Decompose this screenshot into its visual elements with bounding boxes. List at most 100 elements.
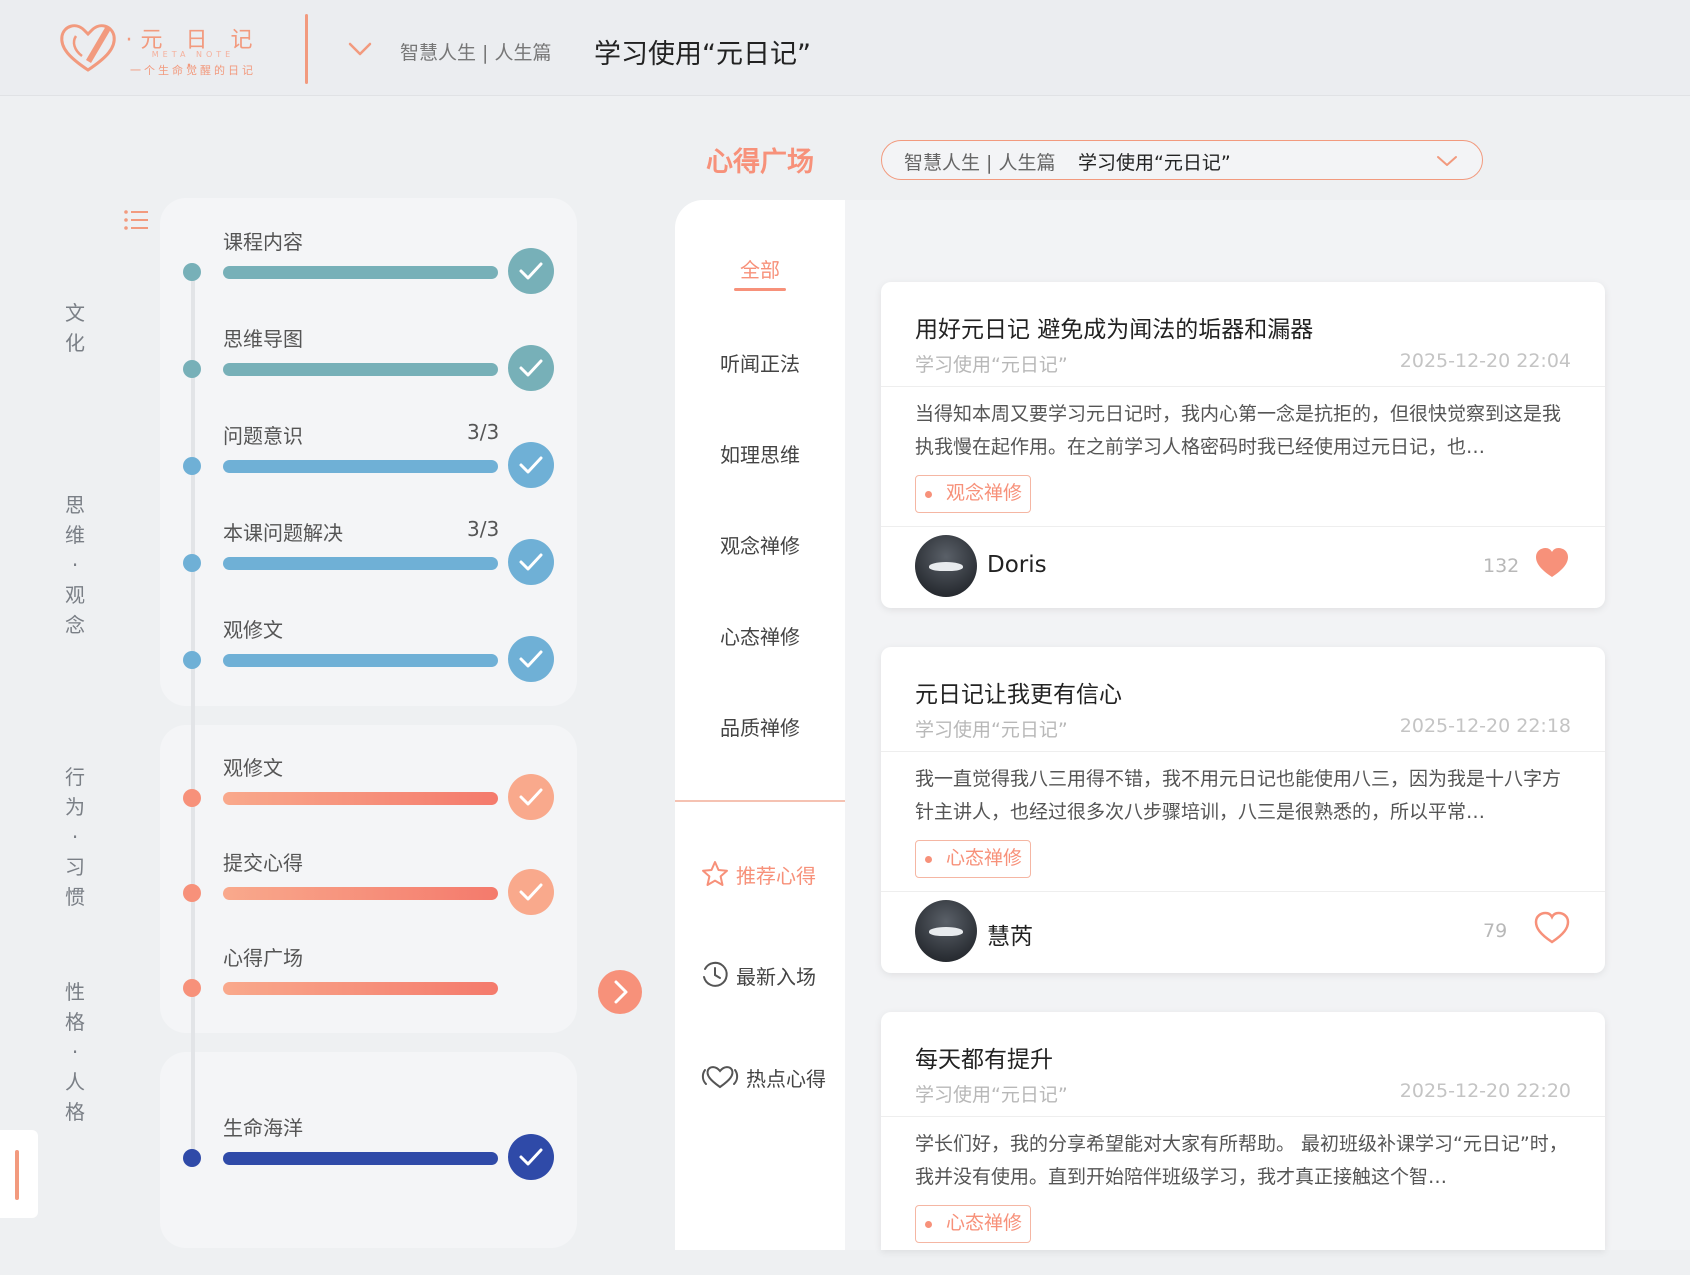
next-button[interactable] [598, 970, 642, 1014]
filter-breadcrumb: 智慧人生 | 人生篇 [904, 152, 1056, 174]
post-time: 2025-12-20 22:20 [1399, 1080, 1571, 1102]
latest-tab[interactable]: 最新入场 [700, 957, 816, 993]
like-count: 132 [1483, 555, 1520, 577]
post-excerpt: 当得知本周又要学习元日记时，我内心第一念是抗拒的，但很快觉察到这是我执我慢在起作… [915, 403, 1562, 458]
progress-bar [223, 557, 498, 570]
post-course: 学习使用“元日记” [915, 719, 1068, 741]
check-icon [508, 442, 554, 488]
heart-hands-icon [701, 1066, 739, 1089]
post-author[interactable]: Doris [987, 552, 1047, 578]
side-tab-indicator [15, 1150, 19, 1200]
course-step-label: 提交心得 [223, 851, 303, 875]
timeline-line [191, 275, 195, 1160]
clock-icon [703, 961, 728, 987]
check-icon [508, 869, 554, 915]
avatar[interactable] [915, 900, 977, 962]
star-icon [702, 861, 728, 886]
course-step-count: 3/3 [467, 420, 500, 444]
hot-label: 热点心得 [746, 1066, 826, 1091]
breadcrumb[interactable]: 智慧人生 | 人生篇 [400, 38, 551, 65]
progress-bar [223, 1152, 498, 1165]
card-divider [881, 386, 1605, 387]
chevron-down-icon[interactable] [345, 34, 375, 64]
course-step[interactable]: 本课问题解决 3/3 [180, 517, 560, 587]
side-label-culture[interactable]: 文 化 [60, 298, 90, 358]
progress-bar [223, 982, 498, 995]
hot-tab[interactable]: 热点心得 [700, 1059, 826, 1095]
side-tab[interactable] [0, 1130, 38, 1218]
page-title: 学习使用“元日记” [594, 39, 811, 70]
post-card[interactable]: 每天都有提升 学习使用“元日记” 2025-12-20 22:20 学长们好，我… [881, 1012, 1605, 1250]
post-time: 2025-12-20 22:18 [1399, 715, 1571, 737]
course-step[interactable]: 生命海洋 [180, 1112, 560, 1182]
progress-bar [223, 792, 498, 805]
category-item[interactable]: 心态禅修 [675, 621, 845, 650]
post-author[interactable]: 慧芮 [987, 917, 1033, 951]
check-icon [508, 539, 554, 585]
course-step[interactable]: 提交心得 [180, 847, 560, 917]
like-count: 79 [1483, 920, 1508, 942]
header-divider [305, 14, 308, 84]
post-course: 学习使用“元日记” [915, 1084, 1068, 1106]
check-icon [508, 774, 554, 820]
progress-bar [223, 887, 498, 900]
post-title[interactable]: 元日记让我更有信心 [915, 675, 1122, 709]
side-label-character[interactable]: 性 格 · 人 格 [60, 977, 90, 1127]
category-all[interactable]: 全部 [675, 254, 845, 283]
course-step-label: 本课问题解决 [223, 521, 343, 545]
course-step-label: 问题意识 [223, 424, 303, 448]
card-divider [881, 526, 1605, 527]
post-tag[interactable]: 观念禅修 [915, 475, 1032, 513]
recommended-tab[interactable]: 推荐心得 [700, 856, 816, 892]
category-item[interactable]: 如理思维 [675, 439, 845, 468]
post-time: 2025-12-20 22:04 [1399, 350, 1571, 372]
course-step-label: 思维导图 [223, 327, 303, 351]
card-divider [881, 1116, 1605, 1117]
heart-filled-icon[interactable] [1534, 546, 1570, 580]
progress-bar [223, 460, 498, 473]
heart-outline-icon[interactable] [1534, 911, 1570, 945]
timeline-dot [183, 457, 201, 475]
course-step-label: 观修文 [223, 756, 283, 780]
app-header: ·元 日 记· META NOTE 一个生命觉醒的日记 智慧人生 | 人生篇 学… [0, 0, 1690, 96]
course-filter-dropdown[interactable]: 智慧人生 | 人生篇 学习使用“元日记” [881, 140, 1483, 180]
post-title[interactable]: 用好元日记 避免成为闻法的垢器和漏器 [915, 310, 1313, 344]
timeline-dot [183, 884, 201, 902]
side-label-behavior[interactable]: 行 为 · 习 惯 [60, 762, 90, 912]
course-step-label: 观修文 [223, 618, 283, 642]
course-step[interactable]: 课程内容 [180, 226, 560, 296]
logo-english: META NOTE [151, 50, 235, 59]
check-icon [508, 1134, 554, 1180]
post-tag[interactable]: 心态禅修 [915, 1205, 1032, 1243]
category-item[interactable]: 品质禅修 [675, 712, 845, 741]
course-step[interactable]: 心得广场 [180, 942, 560, 1012]
timeline-dot [183, 1149, 201, 1167]
course-step[interactable]: 观修文 [180, 752, 560, 822]
post-tag[interactable]: 心态禅修 [915, 840, 1032, 878]
category-item[interactable]: 观念禅修 [675, 530, 845, 559]
avatar[interactable] [915, 535, 977, 597]
chevron-right-icon [614, 980, 628, 1004]
post-card[interactable]: 用好元日记 避免成为闻法的垢器和漏器 学习使用“元日记” 2025-12-20 … [881, 282, 1605, 608]
app-logo[interactable]: ·元 日 记· META NOTE 一个生命觉醒的日记 [58, 20, 268, 80]
course-step-label: 心得广场 [223, 946, 303, 970]
timeline-dot [183, 360, 201, 378]
course-step[interactable]: 观修文 [180, 614, 560, 684]
side-label-thinking[interactable]: 思 维 · 观 念 [60, 490, 90, 640]
recommended-label: 推荐心得 [736, 863, 816, 888]
timeline-dot [183, 263, 201, 281]
post-title[interactable]: 每天都有提升 [915, 1040, 1053, 1074]
category-item[interactable]: 听闻正法 [675, 348, 845, 377]
progress-bar [223, 266, 498, 279]
timeline-dot [183, 789, 201, 807]
post-excerpt: 学长们好，我的分享希望能对大家有所帮助。 最初班级补课学习“元日记”时，我并没有… [915, 1133, 1568, 1188]
course-step[interactable]: 思维导图 [180, 323, 560, 393]
post-excerpt: 我一直觉得我八三用得不错，我不用元日记也能使用八三，因为我是十八字方针主讲人，也… [915, 768, 1562, 823]
category-divider [675, 800, 845, 802]
post-card[interactable]: 元日记让我更有信心 学习使用“元日记” 2025-12-20 22:18 我一直… [881, 647, 1605, 973]
timeline-dot [183, 651, 201, 669]
course-step[interactable]: 问题意识 3/3 [180, 420, 560, 490]
latest-label: 最新入场 [736, 964, 816, 989]
chevron-down-icon [1437, 156, 1457, 166]
list-icon[interactable] [123, 208, 149, 232]
